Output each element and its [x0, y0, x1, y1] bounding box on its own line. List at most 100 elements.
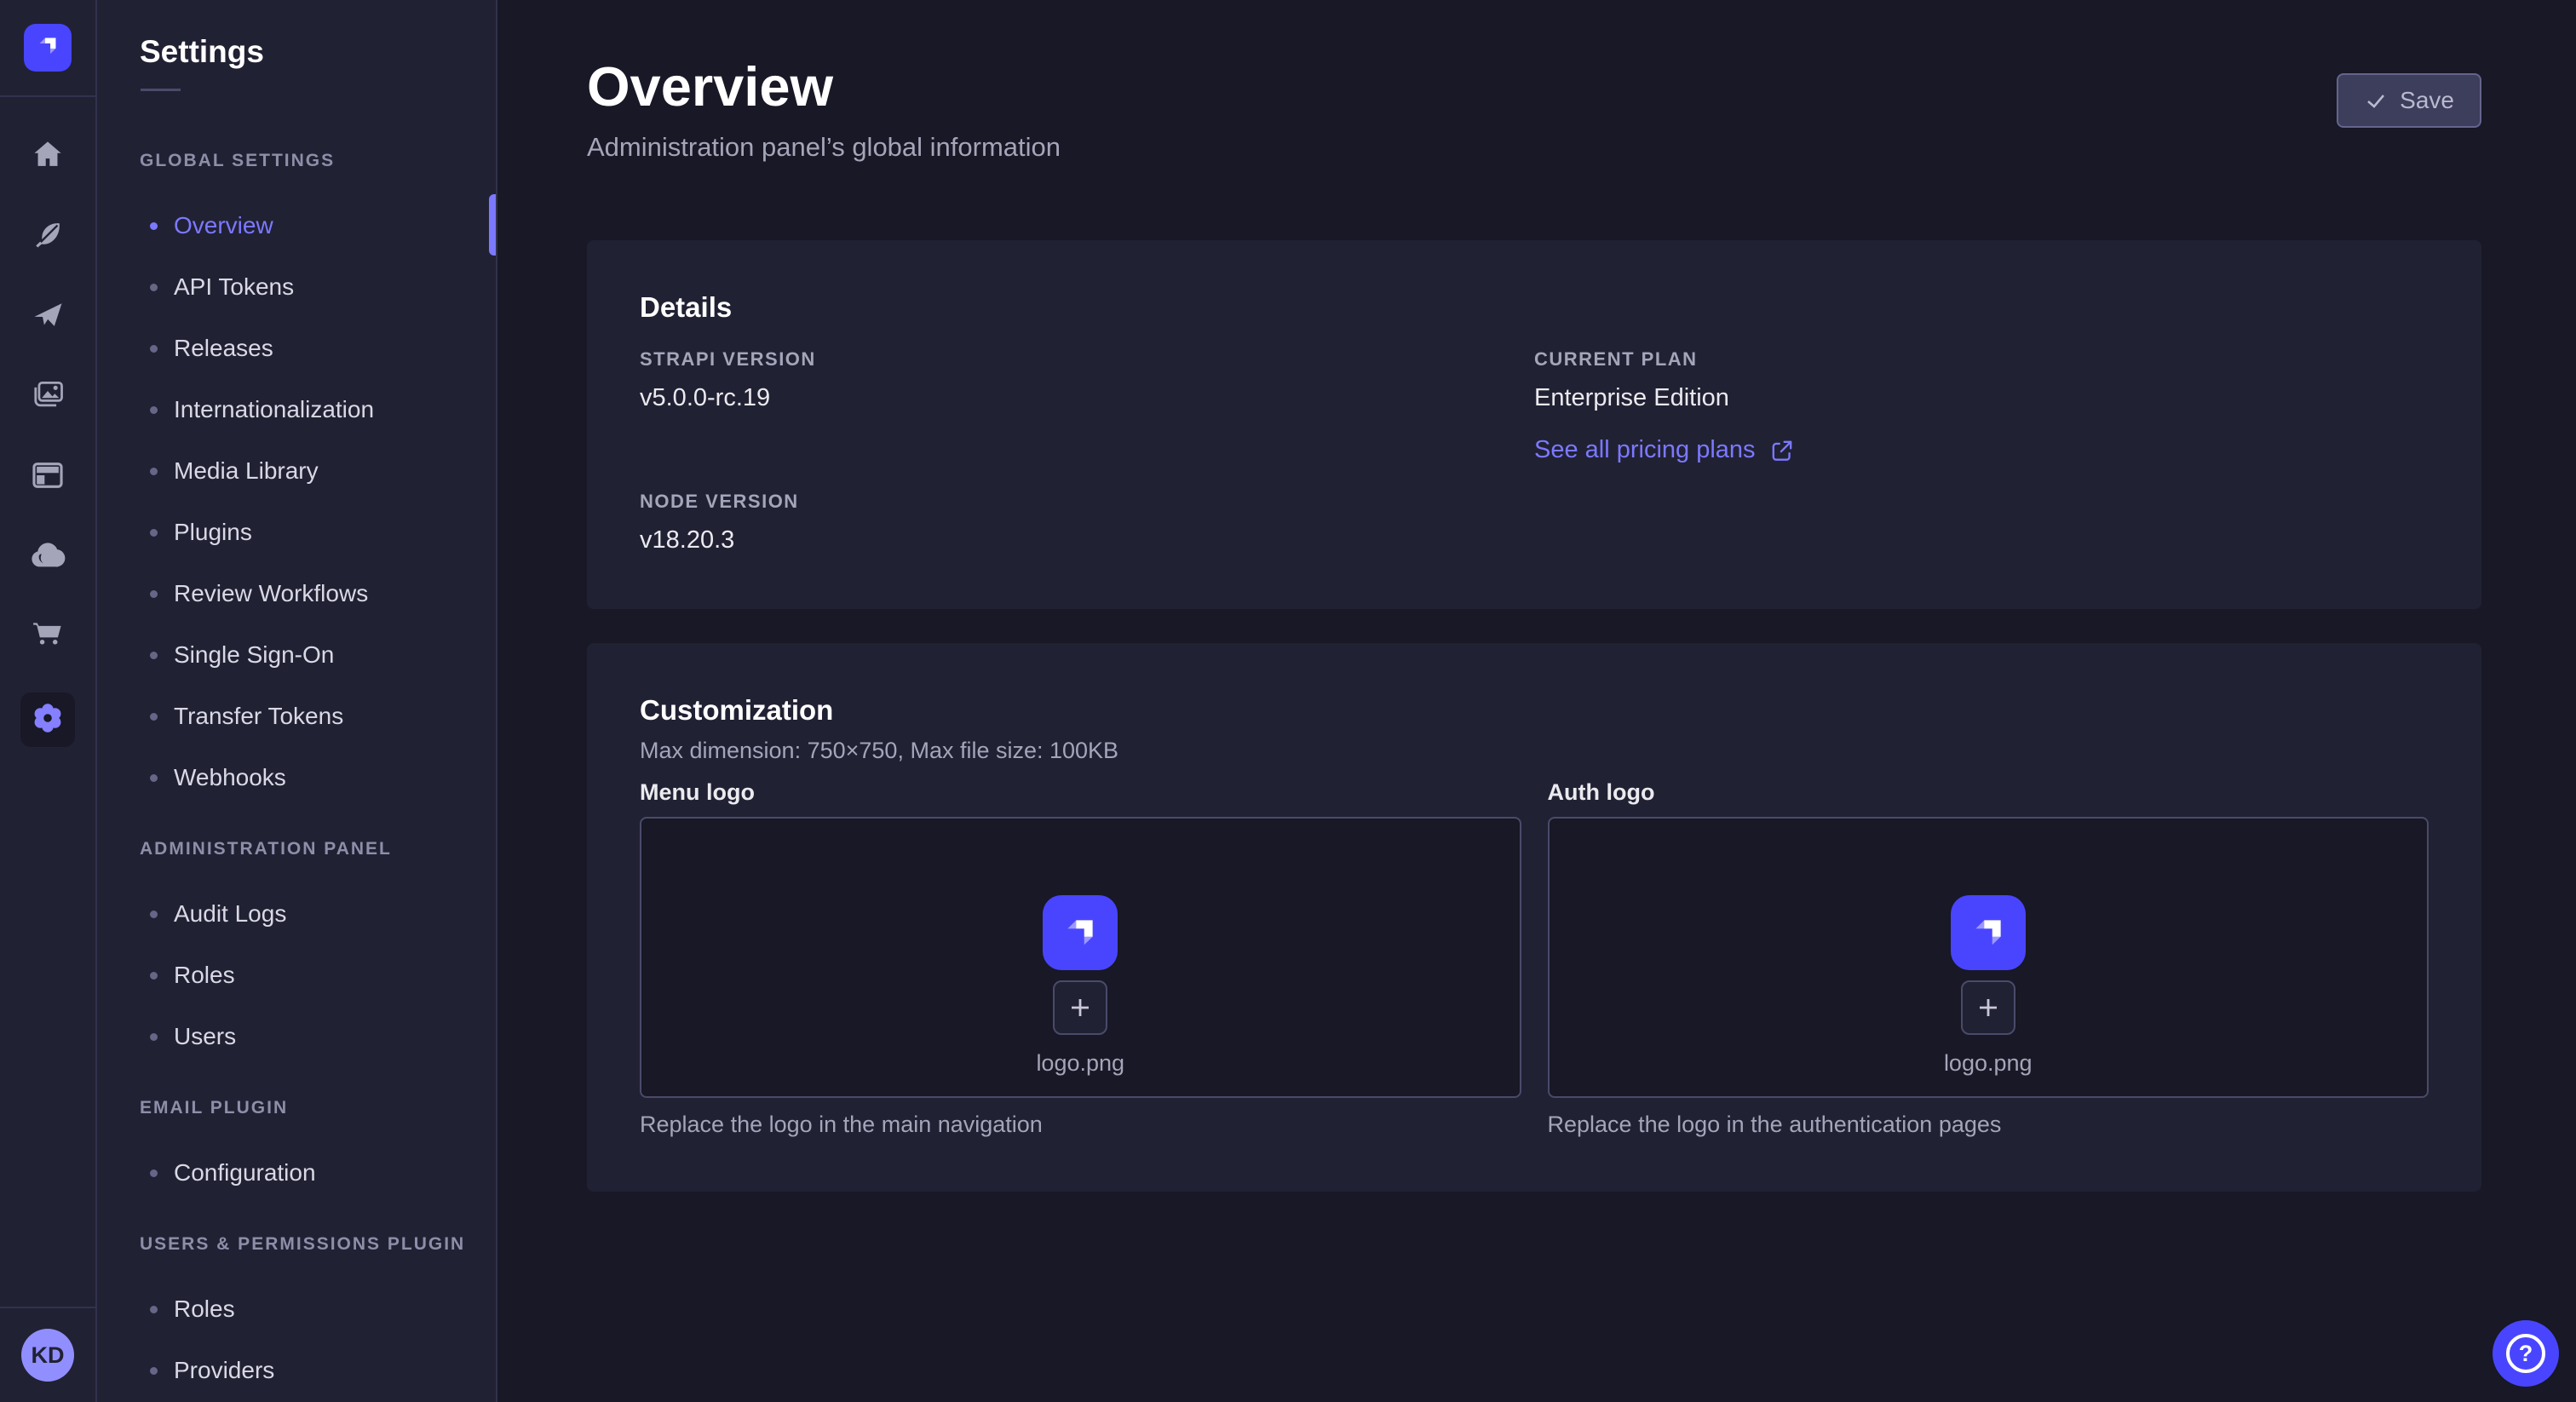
strapi-version-field: STRAPI VERSION v5.0.0-rc.19: [640, 348, 1534, 464]
bullet-icon: [150, 972, 158, 980]
subnav-item-releases[interactable]: Releases: [97, 318, 496, 379]
current-plan-field: CURRENT PLAN Enterprise Edition See all …: [1534, 348, 2429, 464]
strapi-admin-app: KD Settings GLOBAL SETTINGS Overview API…: [0, 0, 2576, 1402]
menu-logo-field: Menu logo: [640, 778, 1521, 1139]
page-title: Overview: [587, 53, 1061, 121]
releases-paper-plane-icon[interactable]: [28, 295, 68, 335]
customization-constraints: Max dimension: 750×750, Max file size: 1…: [640, 735, 2429, 766]
bullet-icon: [150, 1306, 158, 1313]
section-email-plugin: EMAIL PLUGIN Configuration: [97, 1096, 496, 1204]
auth-logo-upload-box[interactable]: logo.png: [1548, 817, 2429, 1098]
field-label: NODE VERSION: [640, 490, 1534, 514]
add-logo-button[interactable]: [1053, 980, 1107, 1035]
details-card-title: Details: [640, 290, 2429, 325]
current-plan-value: Enterprise Edition: [1534, 382, 2429, 414]
menu-logo-hint: Replace the logo in the main navigation: [640, 1110, 1521, 1139]
bullet-icon: [150, 713, 158, 721]
marketplace-cart-icon[interactable]: [28, 615, 68, 655]
external-link-icon: [1769, 438, 1795, 463]
section-header: ADMINISTRATION PANEL: [97, 837, 496, 861]
subnav-item-admin-users[interactable]: Users: [97, 1006, 496, 1067]
section-header: EMAIL PLUGIN: [97, 1096, 496, 1120]
subnav-item-review-workflows[interactable]: Review Workflows: [97, 563, 496, 624]
page-header: Overview Administration panel’s global i…: [587, 53, 2481, 165]
menu-logo-filename: logo.png: [1036, 1050, 1124, 1077]
subnav-item-api-tokens[interactable]: API Tokens: [97, 256, 496, 318]
content-type-builder-layout-icon[interactable]: [28, 455, 68, 495]
subnav-item-single-sign-on[interactable]: Single Sign-On: [97, 624, 496, 686]
active-item-indicator: [489, 194, 496, 256]
section-global-settings: GLOBAL SETTINGS Overview API Tokens Rele…: [97, 149, 496, 808]
subnav-item-overview[interactable]: Overview: [97, 195, 496, 256]
customization-card-title: Customization: [640, 692, 2429, 728]
main-nav-rail: KD: [0, 0, 97, 1402]
rail-icons: [28, 97, 68, 655]
menu-logo-upload-box[interactable]: logo.png: [640, 817, 1521, 1098]
node-version-value: v18.20.3: [640, 524, 1534, 556]
media-library-icon[interactable]: [28, 375, 68, 415]
save-button[interactable]: Save: [2337, 73, 2481, 128]
subnav-item-internationalization[interactable]: Internationalization: [97, 379, 496, 440]
settings-title-divider: [141, 89, 181, 91]
bullet-icon: [150, 911, 158, 918]
bullet-icon: [150, 529, 158, 537]
avatar-initials: KD: [32, 1342, 65, 1369]
field-label: STRAPI VERSION: [640, 348, 1534, 371]
bullet-icon: [150, 345, 158, 353]
home-icon[interactable]: [28, 135, 68, 175]
bullet-icon: [150, 590, 158, 598]
main-content: Overview Administration panel’s global i…: [497, 0, 2576, 1402]
subnav-item-webhooks[interactable]: Webhooks: [97, 747, 496, 808]
settings-panel-title: Settings: [97, 0, 496, 72]
menu-logo-label: Menu logo: [640, 778, 1521, 807]
subnav-item-media-library[interactable]: Media Library: [97, 440, 496, 502]
subnav-item-up-roles[interactable]: Roles: [97, 1278, 496, 1340]
bullet-icon: [150, 1033, 158, 1041]
add-logo-button[interactable]: [1961, 980, 2015, 1035]
bullet-icon: [150, 652, 158, 659]
bullet-icon: [150, 468, 158, 475]
subnav-item-email-configuration[interactable]: Configuration: [97, 1142, 496, 1204]
cloud-icon[interactable]: [28, 535, 68, 575]
pricing-plans-link[interactable]: See all pricing plans: [1534, 436, 1795, 464]
node-version-field: NODE VERSION v18.20.3: [640, 490, 1534, 556]
plus-icon: [1067, 994, 1094, 1021]
subnav-item-up-providers[interactable]: Providers: [97, 1340, 496, 1401]
subnav-item-admin-roles[interactable]: Roles: [97, 945, 496, 1006]
content-manager-feather-icon[interactable]: [28, 215, 68, 255]
auth-logo-label: Auth logo: [1548, 778, 2429, 807]
customization-card: Customization Max dimension: 750×750, Ma…: [587, 643, 2481, 1192]
section-header: USERS & PERMISSIONS PLUGIN: [97, 1232, 496, 1256]
bullet-icon: [150, 284, 158, 291]
plus-icon: [1975, 994, 2002, 1021]
auth-logo-filename: logo.png: [1944, 1050, 2033, 1077]
section-administration-panel: ADMINISTRATION PANEL Audit Logs Roles Us…: [97, 837, 496, 1067]
field-label: CURRENT PLAN: [1534, 348, 2429, 371]
settings-nav-active-tile[interactable]: [20, 692, 75, 747]
strapi-app-logo[interactable]: [24, 24, 72, 72]
user-avatar[interactable]: KD: [21, 1329, 74, 1382]
page-subtitle: Administration panel’s global informatio…: [587, 129, 1061, 165]
bullet-icon: [150, 406, 158, 414]
subnav-item-transfer-tokens[interactable]: Transfer Tokens: [97, 686, 496, 747]
check-icon: [2364, 89, 2388, 112]
section-users-permissions-plugin: USERS & PERMISSIONS PLUGIN Roles Provide…: [97, 1232, 496, 1401]
menu-logo-preview: [1043, 895, 1118, 970]
details-card: Details STRAPI VERSION v5.0.0-rc.19 CURR…: [587, 240, 2481, 609]
auth-logo-preview: [1951, 895, 2026, 970]
pricing-link-label: See all pricing plans: [1534, 436, 1756, 464]
settings-subnav: Settings GLOBAL SETTINGS Overview API To…: [97, 0, 497, 1402]
settings-gear-icon: [28, 698, 67, 742]
strapi-logo-icon: [31, 29, 65, 67]
subnav-item-plugins[interactable]: Plugins: [97, 502, 496, 563]
auth-logo-field: Auth logo: [1548, 778, 2429, 1139]
bullet-icon: [150, 1367, 158, 1375]
subnav-item-audit-logs[interactable]: Audit Logs: [97, 883, 496, 945]
save-button-label: Save: [2400, 87, 2454, 114]
strapi-version-value: v5.0.0-rc.19: [640, 382, 1534, 414]
section-header: GLOBAL SETTINGS: [97, 149, 496, 173]
bullet-icon: [150, 774, 158, 782]
user-area: KD: [0, 1307, 95, 1402]
help-button[interactable]: ?: [2493, 1320, 2559, 1387]
bullet-icon: [150, 222, 158, 230]
